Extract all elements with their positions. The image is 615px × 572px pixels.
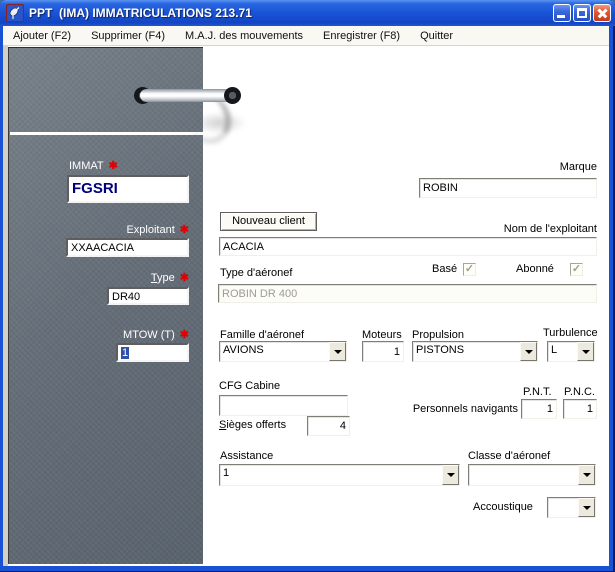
left-panel: IMMAT✱ FGSRI Exploitant✱ XXAACACIA Type✱…	[8, 47, 203, 564]
famille-select[interactable]: AVIONS	[219, 341, 347, 362]
menu-item-quitter[interactable]: Quitter	[410, 28, 463, 44]
type-aeronef-input	[218, 284, 597, 303]
pnt-input[interactable]	[521, 399, 557, 419]
cfg-cabine-label: CFG Cabine	[219, 380, 280, 392]
accoustique-label: Accoustique	[473, 501, 533, 513]
immat-input[interactable]: FGSRI	[67, 175, 189, 203]
abonne-label: Abonné	[516, 263, 554, 275]
content-area: IMMAT✱ FGSRI Exploitant✱ XXAACACIA Type✱…	[3, 46, 609, 566]
minimize-button[interactable]	[553, 4, 571, 22]
maximize-button[interactable]	[573, 4, 591, 22]
binder-hole-icon	[224, 87, 241, 104]
menu-item-ajouter[interactable]: Ajouter (F2)	[3, 28, 81, 44]
personnels-navigants-label: Personnels navigants	[383, 403, 518, 415]
required-marker-icon: ✱	[180, 224, 189, 236]
ring-shadow	[201, 112, 247, 134]
marque-input[interactable]	[419, 178, 597, 198]
required-marker-icon: ✱	[109, 160, 118, 172]
menu-item-supprimer[interactable]: Supprimer (F4)	[81, 28, 175, 44]
panel-divider-line	[10, 132, 203, 135]
mtow-label: MTOW (T)✱	[64, 328, 189, 341]
selected-text: 1	[121, 347, 129, 359]
pnc-label: P.N.C.	[564, 386, 595, 398]
accoustique-select[interactable]	[547, 497, 596, 518]
chevron-down-icon[interactable]	[578, 498, 595, 517]
titlebar[interactable]: PPT (IMA) IMMATRICULATIONS 213.71	[0, 0, 615, 26]
type-input[interactable]: DR40	[107, 287, 189, 305]
type-aeronef-label: Type d'aéronef	[220, 267, 292, 279]
app-window: PPT (IMA) IMMATRICULATIONS 213.71 Ajoute…	[0, 0, 615, 572]
marque-label: Marque	[403, 161, 597, 173]
menu-item-maj-mouvements[interactable]: M.A.J. des mouvements	[175, 28, 313, 44]
classe-label: Classe d'aéronef	[468, 450, 550, 462]
abonne-checkbox[interactable]: ✓	[570, 263, 583, 276]
base-label: Basé	[432, 263, 457, 275]
maximize-icon	[577, 8, 587, 18]
classe-select[interactable]	[468, 464, 596, 486]
minimize-icon	[557, 15, 565, 18]
sieges-offerts-input[interactable]	[307, 416, 350, 436]
turbulence-select[interactable]: L	[547, 341, 595, 362]
window-title: PPT (IMA) IMMATRICULATIONS 213.71	[29, 6, 252, 20]
nouveau-client-button[interactable]: Nouveau client	[220, 212, 317, 231]
moteurs-label: Moteurs	[362, 329, 402, 341]
exploitant-input[interactable]: XXAACACIA	[66, 238, 189, 257]
turbulence-label: Turbulence	[543, 327, 598, 339]
close-button[interactable]	[593, 4, 611, 22]
base-checkbox[interactable]: ✓	[463, 263, 476, 276]
immat-label: IMMAT✱	[69, 159, 118, 172]
propulsion-select[interactable]: PISTONS	[412, 341, 538, 362]
chevron-down-icon[interactable]	[520, 342, 537, 361]
famille-label: Famille d'aéronef	[220, 329, 304, 341]
required-marker-icon: ✱	[180, 329, 189, 341]
cfg-cabine-input[interactable]	[219, 395, 348, 416]
moteurs-input[interactable]	[362, 341, 404, 362]
chevron-down-icon[interactable]	[442, 465, 459, 485]
assistance-select[interactable]: 1	[219, 464, 460, 486]
chevron-down-icon[interactable]	[577, 342, 594, 361]
type-label: Type✱	[64, 271, 189, 284]
satellite-dish-icon	[6, 4, 24, 22]
chevron-down-icon[interactable]	[329, 342, 346, 361]
nom-exploitant-label: Nom de l'exploitant	[403, 223, 597, 235]
propulsion-label: Propulsion	[412, 329, 464, 341]
sieges-offerts-label: Sièges offerts	[219, 419, 286, 431]
chevron-down-icon[interactable]	[578, 465, 595, 485]
menu-item-enregistrer[interactable]: Enregistrer (F8)	[313, 28, 410, 44]
required-marker-icon: ✱	[180, 272, 189, 284]
exploitant-label: Exploitant✱	[64, 223, 189, 236]
menubar: Ajouter (F2) Supprimer (F4) M.A.J. des m…	[3, 26, 609, 46]
mtow-input[interactable]: 1	[116, 343, 189, 362]
assistance-label: Assistance	[220, 450, 273, 462]
pnc-input[interactable]	[563, 399, 597, 419]
pnt-label: P.N.T.	[523, 386, 552, 398]
nom-exploitant-input[interactable]	[219, 237, 597, 256]
